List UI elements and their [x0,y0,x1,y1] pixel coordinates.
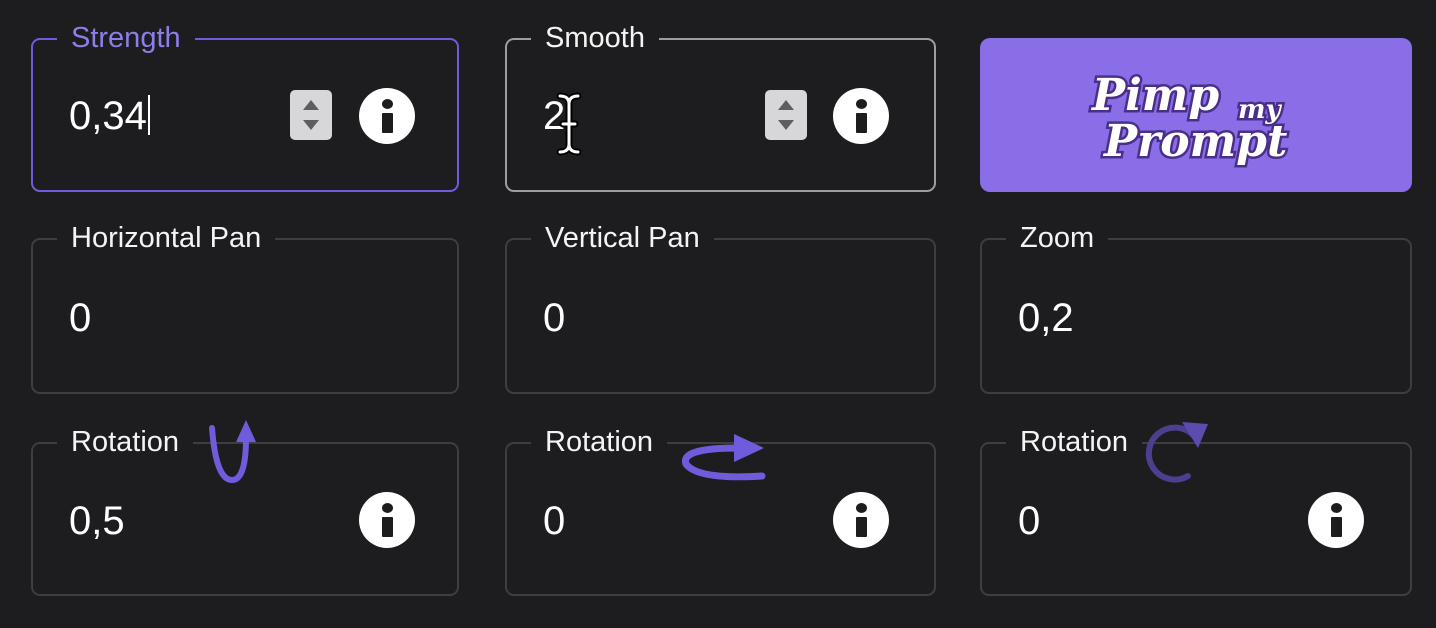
rotation-z-input[interactable]: 0 [1018,497,1040,545]
stepper-down-arrow-icon[interactable] [778,120,794,130]
horizontal-pan-label: Horizontal Pan [57,218,276,258]
strength-value: 0,34 [69,94,147,138]
zoom-label: Zoom [1006,218,1109,258]
strength-label: Strength [57,18,195,58]
vertical-pan-field[interactable]: Vertical Pan 0 [505,218,936,394]
info-icon[interactable] [359,88,415,144]
horizontal-pan-field[interactable]: Horizontal Pan 0 [31,218,459,394]
rotate-horizontal-arrow-icon [682,434,766,481]
info-icon[interactable] [1308,492,1364,548]
zoom-field[interactable]: Zoom 0,2 [980,218,1412,394]
rotation-x-label: Rotation [57,422,194,462]
logo-word-pimp: Pimp [1090,70,1219,121]
rotation-x-input[interactable]: 0,5 [69,497,125,545]
text-cursor-ibeam-icon [556,92,582,156]
stepper-down-arrow-icon[interactable] [303,120,319,130]
vertical-pan-input[interactable]: 0 [543,294,565,342]
pimp-my-prompt-button[interactable]: Pimp my Prompt [980,38,1412,192]
pimp-my-prompt-logo: Pimp my Prompt [1088,68,1290,170]
strength-input[interactable]: 0,34 [69,92,150,140]
rotation-z-label: Rotation [1006,422,1143,462]
rotation-y-label: Rotation [531,422,668,462]
logo-word-prompt: Prompt [1102,116,1287,167]
rotate-vertical-arrow-icon [209,420,256,484]
zoom-input[interactable]: 0,2 [1018,294,1074,342]
info-icon[interactable] [833,492,889,548]
rotate-circular-arrow-icon [1145,422,1208,483]
strength-field[interactable]: Strength 0,34 [31,18,459,192]
text-caret [147,95,150,135]
rotation-y-input[interactable]: 0 [543,497,565,545]
stepper-up-arrow-icon[interactable] [778,100,794,110]
strength-stepper[interactable] [290,90,332,140]
horizontal-pan-input[interactable]: 0 [69,294,91,342]
info-icon[interactable] [833,88,889,144]
smooth-stepper[interactable] [765,90,807,140]
stepper-up-arrow-icon[interactable] [303,100,319,110]
info-icon[interactable] [359,492,415,548]
smooth-label: Smooth [531,18,659,58]
vertical-pan-label: Vertical Pan [531,218,714,258]
